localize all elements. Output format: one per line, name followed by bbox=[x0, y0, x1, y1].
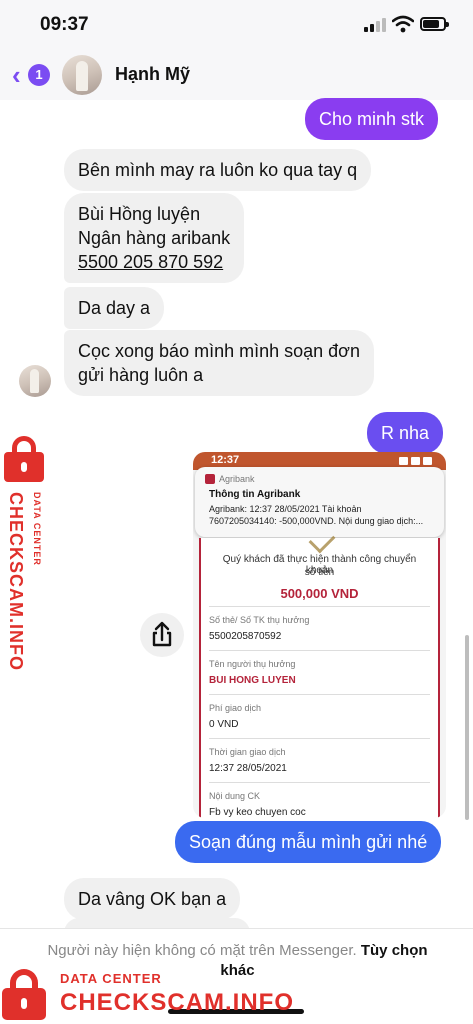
watermark-text-vertical: DATA CENTER CHECKSCAM.INFO bbox=[2, 492, 48, 671]
watermark-left: DATA CENTER CHECKSCAM.INFO bbox=[0, 432, 50, 671]
wifi-icon bbox=[392, 15, 414, 33]
message-bubble-in[interactable]: Da day a bbox=[64, 287, 165, 329]
message-bubble-in[interactable]: Cọc xong báo mình mình soạn đơn gửi hàng… bbox=[64, 330, 374, 396]
notification-line: Agribank: 12:37 28/05/2021 Tài khoản bbox=[209, 504, 362, 514]
message-line: Cọc xong báo mình mình soạn đơn bbox=[78, 341, 360, 361]
field-label: Nội dung CK bbox=[209, 791, 261, 801]
chat-header: ‹ 1 Hạnh Mỹ bbox=[0, 50, 473, 100]
receipt-field: Thời gian giao dịch 12:37 28/05/2021 bbox=[209, 738, 430, 782]
unavailable-text: Người này hiện không có mặt trên Messeng… bbox=[47, 942, 357, 959]
transfer-receipt: Quý khách đã thực hiện thành công chuyển… bbox=[199, 526, 440, 818]
avatar[interactable] bbox=[62, 55, 102, 95]
contact-name[interactable]: Hạnh Mỹ bbox=[115, 64, 190, 85]
field-label: Số thẻ/ Số TK thụ hưởng bbox=[209, 615, 310, 625]
message-bubble-in[interactable]: Bùi Hồng luyện Ngân hàng aribank 5500 20… bbox=[64, 193, 245, 283]
message-bubble-out[interactable]: Soạn đúng mẫu mình gửi nhé bbox=[175, 821, 442, 863]
success-message: số tiền bbox=[304, 567, 335, 578]
lock-keyhole bbox=[21, 462, 27, 472]
field-value: Fb vy keo chuyen coc bbox=[209, 807, 306, 818]
receipt-field: Tên người thụ hưởng BUI HONG LUYEN bbox=[209, 650, 430, 694]
field-value: BUI HONG LUYEN bbox=[209, 675, 296, 686]
image-status-icons bbox=[396, 456, 436, 466]
field-label: Phí giao dịch bbox=[209, 703, 262, 713]
notification-title: Thông tin Agribank bbox=[209, 489, 301, 500]
receipt-field: Nội dung CK Fb vy keo chuyen coc bbox=[209, 782, 430, 818]
signal-icon bbox=[364, 18, 386, 32]
avatar[interactable] bbox=[19, 365, 51, 397]
message-bubble-in[interactable]: Da vâng OK bạn a bbox=[64, 878, 241, 920]
message-list[interactable]: Cho minh stk Bên mình may ra luôn ko qua… bbox=[0, 98, 473, 948]
message-line: Ngân hàng aribank bbox=[78, 228, 231, 248]
lock-keyhole bbox=[21, 998, 27, 1009]
shared-image[interactable]: 12:37 Agribank Thông tin Agribank Agriba… bbox=[193, 452, 446, 818]
share-icon bbox=[152, 621, 172, 647]
transfer-amount: 500,000 VND bbox=[280, 586, 359, 601]
unread-badge[interactable]: 1 bbox=[28, 64, 50, 86]
agribank-logo-icon bbox=[205, 474, 215, 484]
field-value: 0 VND bbox=[209, 719, 239, 730]
receipt-field: Số thẻ/ Số TK thụ hưởng 5500205870592 bbox=[209, 606, 430, 650]
image-status-time: 12:37 bbox=[211, 454, 240, 466]
scrollbar[interactable] bbox=[465, 635, 469, 820]
notification-line: 7607205034140: -500,000VND. Nội dung gia… bbox=[209, 516, 424, 526]
notification-banner: Agribank Thông tin Agribank Agribank: 12… bbox=[195, 467, 444, 537]
share-button[interactable] bbox=[140, 613, 184, 657]
message-line: Bùi Hồng luyện bbox=[78, 204, 201, 224]
field-value: 12:37 28/05/2021 bbox=[209, 763, 287, 774]
status-time: 09:37 bbox=[40, 14, 89, 35]
message-bubble-in[interactable]: Bên mình may ra luôn ko qua tay q bbox=[64, 149, 372, 191]
field-value: 5500205870592 bbox=[209, 631, 282, 642]
message-bubble-out[interactable]: Cho minh stk bbox=[305, 98, 439, 140]
field-label: Tên người thụ hưởng bbox=[209, 659, 296, 669]
field-label: Thời gian giao dịch bbox=[209, 747, 286, 757]
watermark-line2: CHECKSCAM.INFO bbox=[6, 492, 26, 671]
watermark-bottom: DATA CENTER CHECKSCAM.INFO bbox=[0, 965, 293, 1024]
receipt-field: Phí giao dịch 0 VND bbox=[209, 694, 430, 738]
message-line: gửi hàng luôn a bbox=[78, 365, 204, 385]
account-number-link[interactable]: 5500 205 870 592 bbox=[78, 250, 230, 274]
battery-icon bbox=[420, 17, 449, 31]
watermark-line2: CHECKSCAM.INFO bbox=[60, 989, 294, 1016]
watermark-line1: DATA CENTER bbox=[60, 971, 162, 986]
message-bubble-out[interactable]: R nha bbox=[367, 412, 444, 454]
status-bar: 09:37 bbox=[0, 0, 473, 50]
watermark-line1: DATA CENTER bbox=[32, 492, 42, 566]
notification-body: Agribank: 12:37 28/05/2021 Tài khoản 760… bbox=[209, 503, 435, 527]
notification-app-name: Agribank bbox=[219, 474, 255, 484]
